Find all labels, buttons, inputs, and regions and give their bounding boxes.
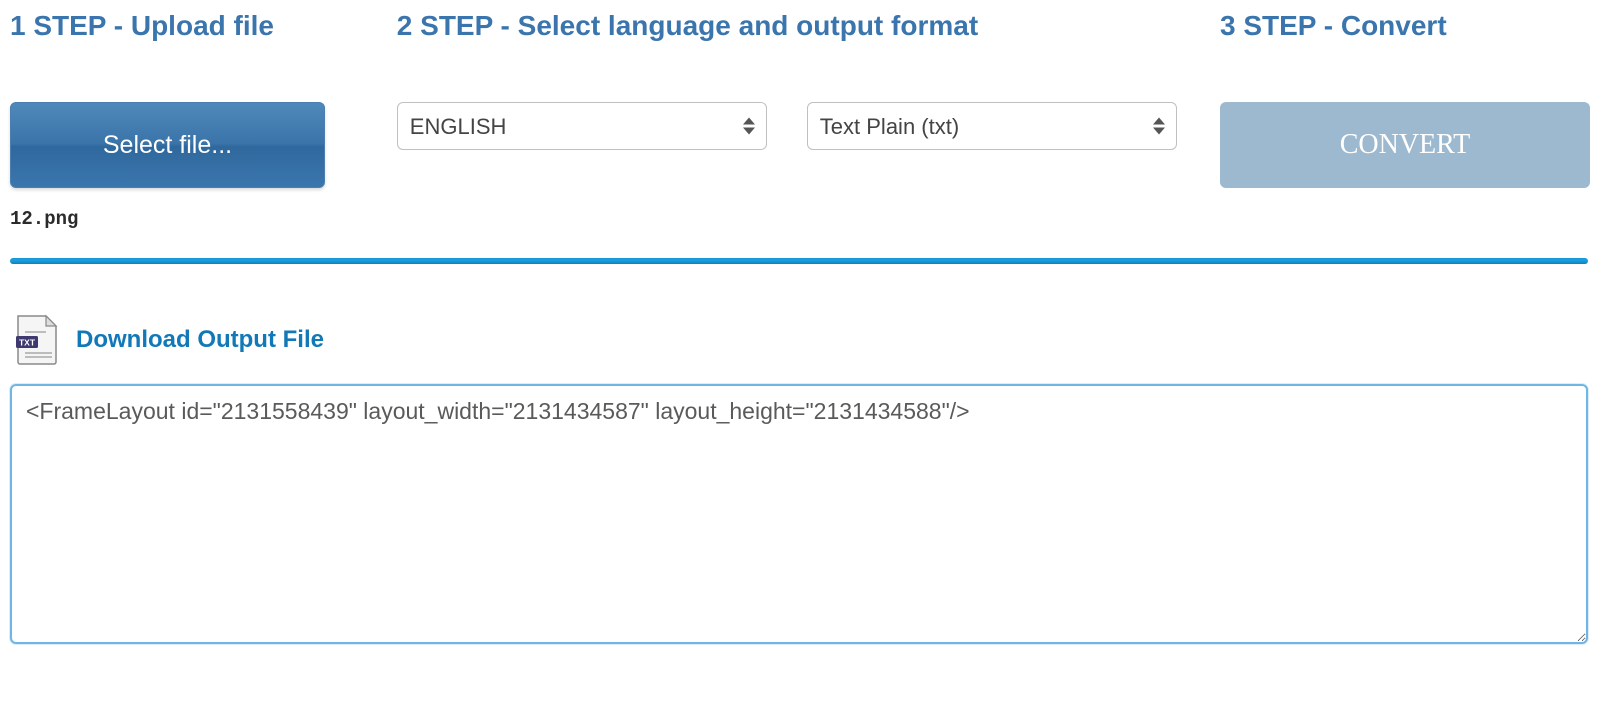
output-textarea[interactable]: [10, 384, 1588, 644]
svg-text:TXT: TXT: [19, 338, 36, 348]
step-1-header: 1 STEP - Upload file: [10, 10, 397, 42]
section-divider: [10, 258, 1588, 264]
step-3-header: 3 STEP - Convert: [1220, 10, 1590, 42]
language-select[interactable]: ENGLISH: [397, 102, 767, 150]
format-select-wrap: Text Plain (txt): [807, 102, 1177, 150]
language-select-wrap: ENGLISH: [397, 102, 767, 150]
step-1-upload: 1 STEP - Upload file Select file... 12.p…: [10, 10, 397, 230]
step-2-controls: ENGLISH Text Plain (txt): [397, 102, 1220, 150]
download-row: TXT Download Output File: [14, 314, 1590, 366]
step-2-header: 2 STEP - Select language and output form…: [397, 10, 1220, 42]
step-3-convert: 3 STEP - Convert CONVERT: [1220, 10, 1590, 188]
steps-row: 1 STEP - Upload file Select file... 12.p…: [10, 10, 1590, 230]
uploaded-filename: 12.png: [10, 208, 397, 230]
download-output-link[interactable]: Download Output File: [76, 326, 324, 354]
select-file-button[interactable]: Select file...: [10, 102, 325, 188]
convert-button[interactable]: CONVERT: [1220, 102, 1590, 188]
step-2-options: 2 STEP - Select language and output form…: [397, 10, 1220, 150]
format-select[interactable]: Text Plain (txt): [807, 102, 1177, 150]
txt-file-icon: TXT: [14, 314, 60, 366]
